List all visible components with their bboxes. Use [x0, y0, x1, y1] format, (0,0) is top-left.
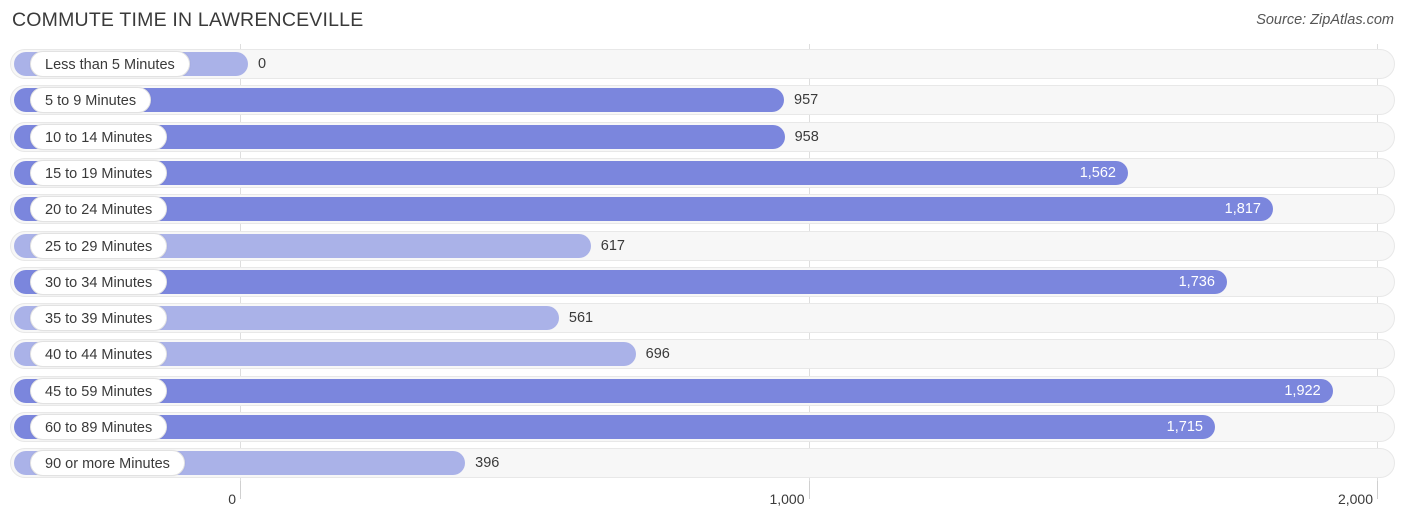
bar-category-label: 30 to 34 Minutes [30, 268, 168, 295]
bar-row: 90 or more Minutes 396 [0, 448, 1406, 479]
bar-value-label: 561 [568, 310, 594, 327]
bar[interactable] [14, 415, 1215, 439]
bar[interactable] [14, 378, 1333, 403]
bar-value-label: 617 [600, 237, 625, 254]
bar-value-label: 957 [794, 92, 819, 109]
bar-value-label: 958 [794, 128, 819, 145]
bar-category-label: 45 to 59 Minutes [30, 377, 168, 404]
bar-value-label: 1,922 [1284, 382, 1321, 399]
bar-category-label: 25 to 29 Minutes [30, 232, 168, 259]
bar-category-label: 20 to 24 Minutes [30, 196, 168, 223]
bar-value-label: 1,715 [1166, 419, 1203, 435]
chart-plot-area: Less than 5 Minutes 0 5 to 9 Minutes 957 10 … [0, 44, 1406, 481]
bar-value-label: 0 [258, 56, 267, 72]
bar-rows: Less than 5 Minutes 0 5 to 9 Minutes 957 10 … [0, 44, 1406, 481]
bar-row: Less than 5 Minutes 0 [0, 49, 1406, 79]
bar-value-label: 1,736 [1178, 273, 1215, 290]
bar-row: 40 to 44 Minutes 696 [0, 339, 1406, 370]
bar-row: 45 to 59 Minutes 1,922 [0, 375, 1406, 406]
bar-category-label: 90 or more Minutes [30, 450, 185, 477]
bar-category-label: 10 to 14 Minutes [30, 123, 168, 150]
bar-category-label: 15 to 19 Minutes [30, 159, 168, 186]
chart-header: COMMUTE TIME IN LAWRENCEVILLE Source: Zi… [0, 0, 1406, 44]
bar-category-label: 40 to 44 Minutes [30, 341, 168, 368]
source-attribution: Source: ZipAtlas.com [1256, 12, 1394, 28]
axis-tick-label: 1,000 [769, 491, 805, 507]
axis-tick-label: 2,000 [1337, 491, 1373, 507]
bar-value-label: 1,562 [1079, 164, 1116, 181]
axis-tick-label: 0 [228, 491, 236, 507]
bar-category-label: Less than 5 Minutes [30, 51, 190, 77]
bar-category-label: 60 to 89 Minutes [30, 414, 168, 440]
bar-value-label: 696 [645, 346, 670, 363]
bar-value-label: 1,817 [1224, 201, 1261, 218]
bar-row: 20 to 24 Minutes 1,817 [0, 194, 1406, 225]
bar-row: 5 to 9 Minutes 957 [0, 85, 1406, 116]
x-axis: 0 1,000 2,000 [0, 481, 1406, 522]
bar-value-label: 396 [475, 455, 500, 472]
bar-row: 30 to 34 Minutes 1,736 [0, 266, 1406, 297]
bar-category-label: 5 to 9 Minutes [30, 87, 152, 114]
bar-row: 25 to 29 Minutes 617 [0, 230, 1406, 261]
bar-row: 60 to 89 Minutes 1,715 [0, 412, 1406, 442]
bar-row: 35 to 39 Minutes 561 [0, 303, 1406, 334]
bar-row: 10 to 14 Minutes 958 [0, 121, 1406, 152]
bar-row: 15 to 19 Minutes 1,562 [0, 157, 1406, 188]
bar[interactable] [14, 269, 1227, 294]
bar[interactable] [14, 197, 1273, 222]
bar-category-label: 35 to 39 Minutes [30, 305, 168, 332]
bar[interactable] [14, 160, 1128, 185]
page-title: COMMUTE TIME IN LAWRENCEVILLE [12, 9, 364, 31]
